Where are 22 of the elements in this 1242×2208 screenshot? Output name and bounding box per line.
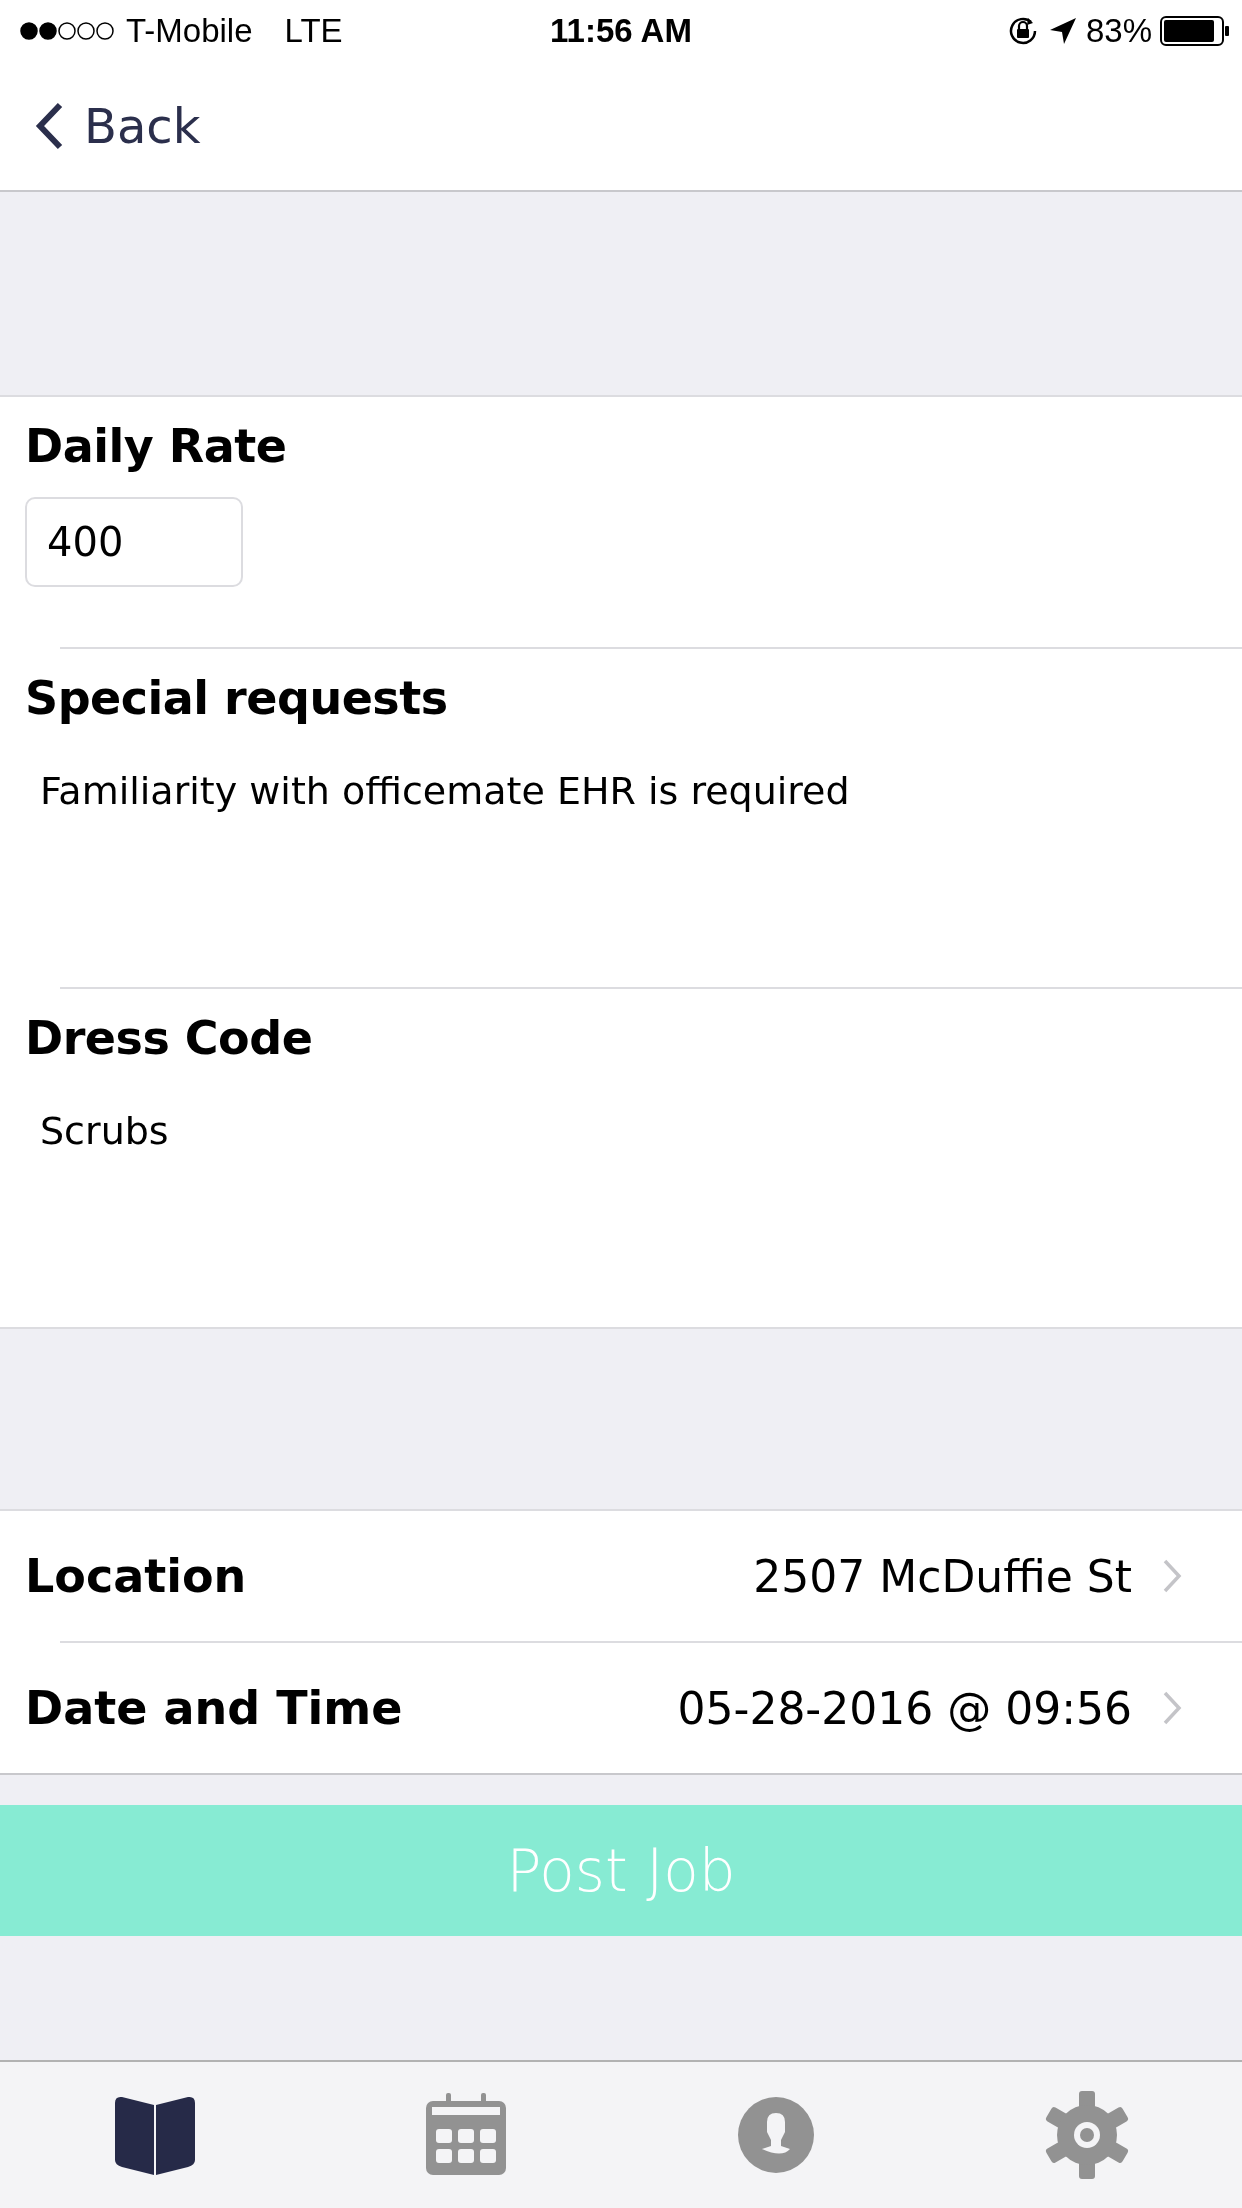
section-title: Daily Rate bbox=[25, 419, 288, 473]
profile-icon[interactable] bbox=[737, 2096, 816, 2174]
back-button[interactable]: Back bbox=[34, 98, 201, 154]
battery-icon bbox=[1160, 16, 1230, 46]
row-value: 2507 McDuffie St bbox=[753, 1550, 1132, 1602]
input-field[interactable]: 400 bbox=[25, 497, 243, 587]
chevron-left-icon bbox=[34, 101, 64, 151]
section-text: Familiarity with officemate EHR is required bbox=[40, 769, 851, 813]
carrier-name: T-Mobile bbox=[126, 12, 253, 50]
chevron-right-icon[interactable] bbox=[1162, 1558, 1182, 1594]
section-text: Scrubs bbox=[40, 1109, 170, 1153]
network-type: LTE bbox=[284, 12, 343, 50]
row-label: Date and Time bbox=[25, 1681, 404, 1735]
row-value: 05-28-2016 @ 09:56 bbox=[677, 1682, 1132, 1734]
row-label: Location bbox=[25, 1549, 248, 1603]
section-title: Dress Code bbox=[25, 1011, 314, 1065]
book-icon[interactable] bbox=[113, 2095, 198, 2175]
chevron-right-icon[interactable] bbox=[1162, 1690, 1182, 1726]
section-title: Special requests bbox=[25, 671, 449, 725]
calendar-icon[interactable] bbox=[423, 2093, 508, 2177]
battery-percent: 83% bbox=[1085, 12, 1152, 50]
clock-time: 11:56 AM bbox=[550, 12, 692, 50]
